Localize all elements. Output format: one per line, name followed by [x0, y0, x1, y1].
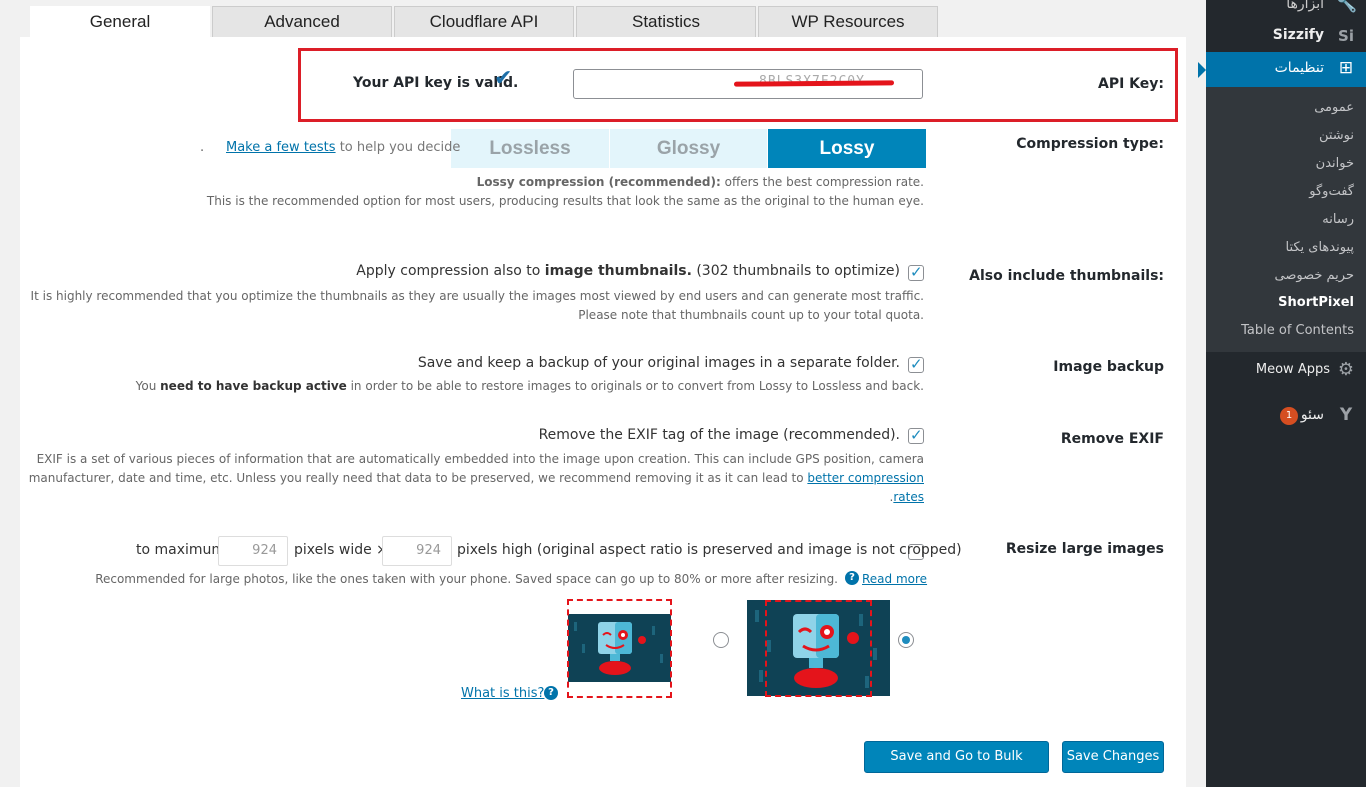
- save-bulk-button[interactable]: Save and Go to Bulk Process: [864, 741, 1049, 787]
- better-compression-link[interactable]: better compression: [807, 471, 924, 485]
- exif-desc-2-text: manufacturer, date and time, etc. Unless…: [28, 471, 808, 485]
- redaction-mark: [733, 80, 895, 87]
- settings-icon: ⊞: [1338, 58, 1354, 78]
- thumbnails-desc-1: It is highly recommended that you optimi…: [30, 289, 924, 303]
- wrench-icon: 🔧: [1336, 0, 1358, 14]
- read-more-link[interactable]: Read more: [862, 572, 927, 586]
- admin-sidebar: ابزارها 🔧 Sizzify Si تنظیمات ⊞ عمومی نوش…: [1198, 0, 1366, 787]
- backup-desc-pre: You: [135, 379, 161, 393]
- radio-selected-dot: [902, 636, 910, 644]
- submenu-media[interactable]: رسانه: [1322, 212, 1354, 227]
- lossy-option[interactable]: Lossy: [768, 129, 926, 168]
- rates-link[interactable]: rates: [893, 490, 924, 504]
- lossless-option[interactable]: Lossless: [451, 129, 609, 168]
- backup-text: Save and keep a backup of your original …: [417, 355, 900, 371]
- compression-desc-1: Lossy compression (recommended): offers …: [477, 175, 924, 189]
- resize-desc: Recommended for large photos, like the o…: [95, 572, 838, 586]
- resize-outer-radio[interactable]: [898, 632, 914, 648]
- exif-text: Remove the EXIF tag of the image (recomm…: [538, 427, 900, 443]
- sizzify-icon: Si: [1338, 27, 1354, 45]
- sidebar-item-label: Sizzify: [1272, 27, 1324, 43]
- tab-advanced[interactable]: Advanced: [212, 6, 392, 37]
- exif-desc-3: .rates: [890, 490, 924, 504]
- backup-desc-bold: need to have backup active: [160, 379, 347, 393]
- tab-statistics[interactable]: Statistics: [576, 6, 756, 37]
- thumbnails-text: Apply compression also to image thumbnai…: [356, 263, 900, 279]
- compression-desc-rest: offers the best compression rate.: [720, 175, 924, 189]
- gear-icon: ⚙: [1337, 359, 1355, 380]
- thumbnails-text-pre: Apply compression also to: [356, 263, 545, 279]
- thumbnails-text-post: (302 thumbnails to optimize): [691, 263, 900, 279]
- backup-desc-post: in order to be able to restore images to…: [346, 379, 924, 393]
- tab-general[interactable]: General: [30, 6, 210, 39]
- thumbnails-text-bold: image thumbnails.: [544, 263, 692, 279]
- tab-cloudflare-api[interactable]: Cloudflare API: [394, 6, 574, 37]
- submenu-general[interactable]: عمومی: [1314, 100, 1354, 115]
- submenu-toc[interactable]: Table of Contents: [1241, 323, 1354, 338]
- active-arrow: [1198, 62, 1206, 78]
- sidebar-item-label: تنظیمات: [1274, 60, 1324, 76]
- api-key-input[interactable]: 8BLS3X7F2C0Y: [573, 69, 923, 99]
- resize-inner-radio[interactable]: [713, 632, 729, 648]
- sidebar-item-label: ابزارها: [1286, 0, 1324, 12]
- crop-frame-outer: [765, 600, 872, 697]
- exif-desc-1: EXIF is a set of various pieces of infor…: [36, 452, 924, 466]
- sidebar-item-label: Meow Apps: [1255, 362, 1330, 377]
- sidebar-item-seo[interactable]: سئو 1 Y: [1206, 399, 1366, 433]
- crop-frame-inner: [567, 599, 672, 698]
- submenu-permalinks[interactable]: پیوندهای یکتا: [1285, 240, 1354, 255]
- submenu-shortpixel[interactable]: ShortPixel: [1278, 295, 1354, 310]
- sidebar-item-sizzify[interactable]: Sizzify Si: [1206, 20, 1366, 54]
- submenu-discussion[interactable]: گفت‌وگو: [1309, 184, 1354, 199]
- tab-wp-resources[interactable]: WP Resources: [758, 6, 938, 37]
- valid-check-icon: ✔: [494, 66, 513, 91]
- tests-hint: Make a few tests to help you decide: [226, 140, 460, 155]
- exif-desc-2: manufacturer, date and time, etc. Unless…: [29, 471, 924, 485]
- help-icon[interactable]: ?: [845, 571, 859, 585]
- sidebar-item-meow[interactable]: Meow Apps ⚙: [1206, 354, 1366, 388]
- backup-checkbox[interactable]: ✓: [908, 355, 924, 373]
- submenu-writing[interactable]: نوشتن: [1319, 128, 1354, 143]
- what-is-this-link[interactable]: What is this?: [461, 686, 544, 701]
- thumbnails-desc-2: Please note that thumbnails count up to …: [578, 308, 924, 322]
- settings-submenu: عمومی نوشتن خواندن گفت‌وگو رسانه پیوندها…: [1206, 87, 1366, 352]
- pixels-wide-text: pixels wide ×: [294, 542, 388, 558]
- glossy-option[interactable]: Glossy: [610, 129, 767, 168]
- check-icon: ✓: [910, 263, 923, 281]
- tests-hint-text: to help you decide: [335, 140, 461, 155]
- seo-badge: 1: [1280, 407, 1298, 425]
- remove-exif-label: Remove EXIF: [1060, 431, 1164, 447]
- exif-checkbox[interactable]: ✓: [908, 426, 924, 444]
- sidebar-item-settings[interactable]: تنظیمات ⊞: [1206, 52, 1366, 87]
- sidebar-item-tools[interactable]: ابزارها 🔧: [1206, 0, 1366, 22]
- check-icon: ✓: [910, 426, 923, 444]
- save-changes-button[interactable]: Save Changes: [1062, 741, 1164, 773]
- make-tests-link[interactable]: Make a few tests: [226, 140, 336, 155]
- backup-desc: You need to have backup active in order …: [136, 379, 924, 393]
- compression-desc-bold: Lossy compression (recommended):: [476, 175, 721, 189]
- tests-dot: .: [200, 140, 205, 155]
- thumbnails-label: Also include thumbnails:: [969, 268, 1164, 284]
- what-is-this-icon[interactable]: ?: [544, 686, 558, 700]
- thumbnails-checkbox[interactable]: ✓: [908, 263, 924, 281]
- yoast-icon: Y: [1339, 405, 1353, 425]
- resize-width-input[interactable]: 924: [218, 536, 288, 566]
- resize-label: Resize large images: [1005, 541, 1164, 557]
- submenu-reading[interactable]: خواندن: [1316, 156, 1354, 171]
- to-maximum-text: to maximum: [136, 542, 226, 558]
- api-key-label: API Key:: [1097, 76, 1164, 92]
- pixels-high-text: pixels high (original aspect ratio is pr…: [457, 542, 962, 558]
- check-icon: ✓: [910, 355, 923, 373]
- compression-type-label: Compression type:: [1016, 136, 1164, 152]
- compression-desc-2: This is the recommended option for most …: [206, 194, 924, 208]
- image-backup-label: Image backup: [1053, 359, 1164, 375]
- sidebar-item-label: سئو: [1300, 407, 1324, 423]
- resize-height-input[interactable]: 924: [382, 536, 452, 566]
- submenu-privacy[interactable]: حریم خصوصی: [1274, 268, 1354, 283]
